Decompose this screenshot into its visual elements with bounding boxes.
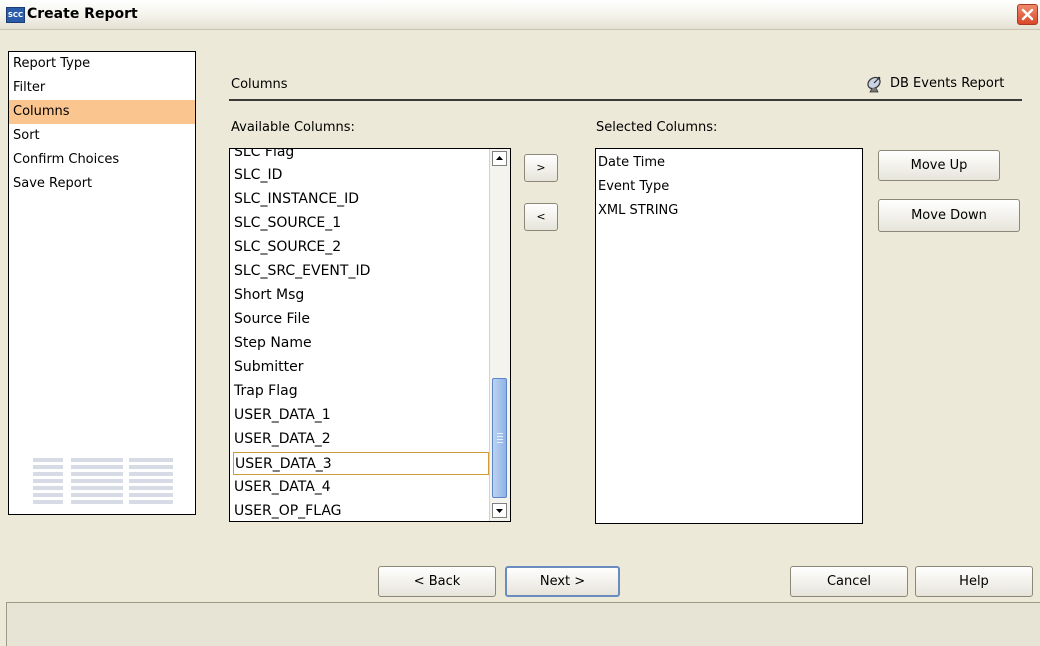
close-icon <box>1021 8 1034 21</box>
nav-item-report-type[interactable]: Report Type <box>9 52 195 76</box>
satellite-dish-icon <box>867 76 881 93</box>
list-item[interactable]: USER_DATA_1 <box>233 404 489 427</box>
list-item[interactable]: USER_OP_FLAG <box>233 500 489 521</box>
list-item[interactable]: Source File <box>233 308 489 331</box>
back-button[interactable]: < Back <box>378 566 496 597</box>
selected-columns-label: Selected Columns: <box>596 120 718 135</box>
app-icon: SCC <box>6 7 25 23</box>
nav-item-save-report[interactable]: Save Report <box>9 172 195 196</box>
list-item[interactable]: Trap Flag <box>233 380 489 403</box>
selected-columns-list[interactable]: Date Time Event Type XML STRING <box>595 148 863 524</box>
ibm-logo <box>33 458 173 508</box>
section-title: Columns <box>231 77 288 92</box>
close-button[interactable] <box>1017 4 1038 25</box>
list-item[interactable]: Short Msg <box>233 284 489 307</box>
cancel-button[interactable]: Cancel <box>790 566 908 597</box>
list-item[interactable]: XML STRING <box>598 199 678 223</box>
list-item[interactable]: Submitter <box>233 356 489 379</box>
help-button[interactable]: Help <box>915 566 1033 597</box>
list-item[interactable]: SLC_INSTANCE_ID <box>233 188 489 211</box>
wizard-steps-panel: Report Type Filter Columns Sort Confirm … <box>8 51 196 515</box>
list-item[interactable]: SLC_SOURCE_1 <box>233 212 489 235</box>
list-item[interactable]: SLC_SOURCE_2 <box>233 236 489 259</box>
move-up-button[interactable]: Move Up <box>878 150 1000 181</box>
title-bar[interactable]: SCC Create Report <box>0 0 1040 30</box>
scroll-up-button[interactable] <box>492 151 507 166</box>
available-columns-label: Available Columns: <box>231 120 355 135</box>
scroll-down-button[interactable] <box>492 503 507 518</box>
next-button[interactable]: Next > <box>505 566 620 597</box>
available-list-scrollbar[interactable] <box>489 149 510 521</box>
nav-item-filter[interactable]: Filter <box>9 76 195 100</box>
move-down-button[interactable]: Move Down <box>878 199 1020 232</box>
status-bar <box>6 602 1040 646</box>
nav-item-confirm-choices[interactable]: Confirm Choices <box>9 148 195 172</box>
list-item[interactable]: SLC_SRC_EVENT_ID <box>233 260 489 283</box>
add-column-button[interactable]: > <box>524 154 558 182</box>
list-item[interactable]: SLC_ID <box>233 164 489 187</box>
window-title: Create Report <box>27 6 138 22</box>
list-item[interactable]: Step Name <box>233 332 489 355</box>
list-item[interactable]: SLC Flag <box>233 149 489 164</box>
list-item[interactable]: Date Time <box>598 151 665 175</box>
remove-column-button[interactable]: < <box>524 203 558 231</box>
available-columns-list[interactable]: SLC Flag SLC_ID SLC_INSTANCE_ID SLC_SOUR… <box>229 148 511 522</box>
scroll-thumb[interactable] <box>492 378 507 498</box>
list-item[interactable]: Event Type <box>598 175 669 199</box>
list-item[interactable]: USER_DATA_2 <box>233 428 489 451</box>
arrow-down-icon <box>496 509 503 513</box>
nav-item-sort[interactable]: Sort <box>9 124 195 148</box>
arrow-up-icon <box>496 156 503 160</box>
list-item[interactable]: USER_DATA_4 <box>233 476 489 499</box>
list-item-focused[interactable]: USER_DATA_3 <box>233 452 489 475</box>
header-divider <box>229 99 1022 101</box>
nav-item-columns[interactable]: Columns <box>9 100 195 124</box>
report-name: DB Events Report <box>890 76 1005 91</box>
